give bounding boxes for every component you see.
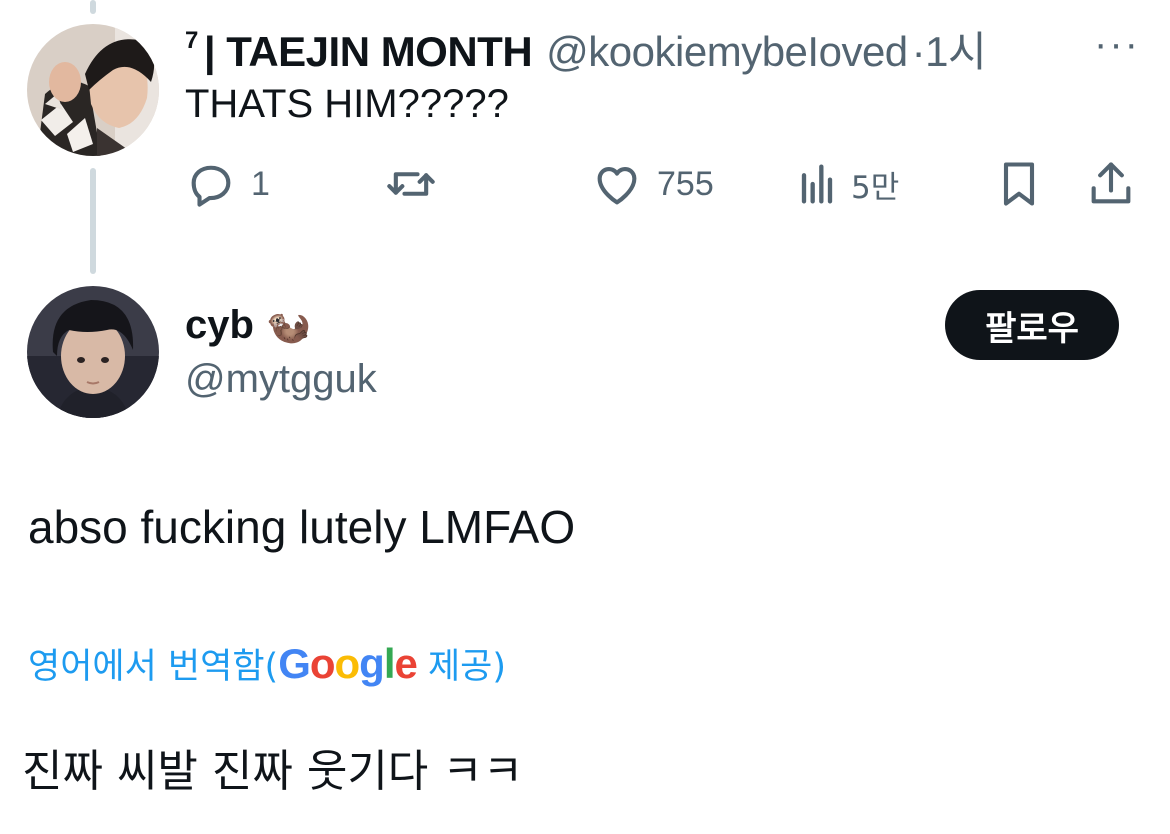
parent-timestamp[interactable]: ·1시 — [912, 28, 987, 75]
reply-icon — [191, 165, 231, 207]
reply-author-name[interactable]: cyb — [185, 303, 254, 348]
otter-icon: 🦦 — [265, 305, 311, 347]
thread-line — [90, 168, 96, 274]
thread-line-top — [90, 0, 96, 14]
retweet-button[interactable] — [383, 158, 439, 210]
bookmark-icon — [1003, 162, 1035, 206]
google-letter: o — [334, 640, 361, 687]
views-button[interactable]: 5만 — [797, 158, 899, 210]
retweet-icon — [387, 172, 435, 196]
tweet-action-bar: 1 755 5만 — [185, 158, 1140, 210]
like-button[interactable]: 755 — [591, 158, 714, 210]
translated-text: 진짜 씨발 진짜 웃기다 ㅋㅋ — [22, 746, 524, 797]
bookmark-button[interactable] — [997, 158, 1041, 210]
like-count: 755 — [657, 164, 714, 203]
parent-author-handle[interactable]: @kookiemybeIoved — [546, 28, 908, 75]
google-letter: g — [359, 640, 385, 687]
translation-suffix: 제공) — [416, 647, 507, 687]
google-logo: Google — [278, 640, 418, 687]
parent-author[interactable]: 7 | TAEJIN MONTH @kookiemybeIoved·1시 — [185, 18, 987, 79]
reply-avatar[interactable] — [27, 286, 159, 418]
google-letter: G — [278, 640, 311, 687]
reply-author[interactable]: cyb 🦦 — [185, 303, 311, 348]
share-icon — [1091, 162, 1131, 204]
google-letter: e — [394, 640, 418, 687]
reply-author-handle[interactable]: @mytgguk — [185, 357, 377, 402]
parent-tweet-text: THATS HIM????? — [185, 82, 509, 126]
view-count: 5만 — [851, 169, 900, 206]
translation-attribution[interactable]: 영어에서 번역함(Google 제공) — [28, 638, 506, 689]
reply-count: 1 — [251, 164, 270, 203]
share-button[interactable] — [1085, 158, 1137, 210]
analytics-icon — [801, 164, 833, 204]
google-letter: l — [383, 640, 396, 687]
reply-tweet-text: abso fucking lutely LMFAO — [28, 501, 576, 553]
reply-button[interactable]: 1 — [185, 158, 270, 210]
more-options-icon[interactable]: ··· — [1094, 22, 1140, 67]
parent-avatar[interactable] — [27, 24, 159, 156]
google-letter: o — [309, 640, 336, 687]
author-superscript: 7 — [185, 27, 198, 54]
heart-icon — [597, 166, 637, 205]
translation-prefix: 영어에서 번역함( — [28, 647, 279, 687]
parent-author-name[interactable]: | TAEJIN MONTH — [204, 28, 533, 75]
follow-button[interactable]: 팔로우 — [945, 290, 1119, 360]
